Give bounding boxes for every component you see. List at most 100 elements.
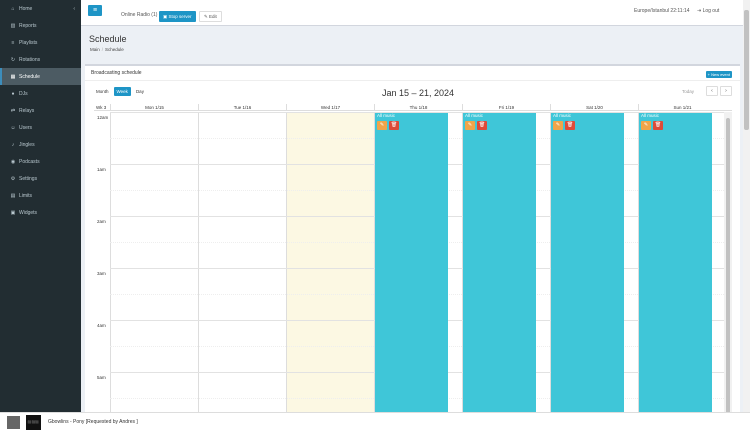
sidebar-item-label: Reports <box>19 22 37 29</box>
sidebar-item-podcasts[interactable]: ◉ Podcasts <box>0 153 81 170</box>
day-column[interactable] <box>198 112 286 412</box>
hour-label: 3am <box>97 271 106 276</box>
bell-icon: ♪ <box>11 141 15 148</box>
relay-icon: ⇄ <box>10 107 16 114</box>
sidebar-item-label: Limits <box>19 192 33 199</box>
calendar-grid: Wk 3 Mon 1/15 Tue 1/16 Wed 1/17 Thu 1/18 Fri… <box>94 104 732 412</box>
calendar-range-title: Jan 15 – 21, 2024 <box>382 88 455 98</box>
sidebar-item-djs[interactable]: ● DJs <box>0 85 81 102</box>
view-week-button[interactable]: Week <box>113 87 131 96</box>
sidebar-item-widgets[interactable]: ▣ Widgets <box>0 204 81 221</box>
sidebar-item-label: Podcasts <box>19 158 40 165</box>
sidebar-item-reports[interactable]: ▥ Reports <box>0 17 81 34</box>
calendar-body: 12am 1am 2am 3am 4am 5am All music ✎ 🗑 All music ✎… <box>94 112 724 412</box>
event-title: All music <box>641 113 660 118</box>
next-week-button[interactable]: › <box>720 86 732 96</box>
sidebar-item-label: Rotations <box>19 56 41 63</box>
timezone-clock: Europe/Istanbul 22:11:14 <box>634 8 690 14</box>
sidebar-item-label: Widgets <box>19 209 38 216</box>
rotate-icon: ↻ <box>10 56 16 63</box>
edit-station-button[interactable]: ✎ Edit <box>199 11 222 22</box>
chart-icon: ▥ <box>10 22 16 29</box>
sidebar-item-label: Schedule <box>19 73 40 80</box>
divider <box>85 80 740 81</box>
sidebar-item-label: Relays <box>19 107 35 114</box>
new-event-button[interactable]: + New event <box>705 71 732 78</box>
view-day-button[interactable]: Day <box>133 87 147 96</box>
sidebar-item-label: Jingles <box>19 141 35 148</box>
schedule-event[interactable]: All music ✎ 🗑 <box>375 113 448 412</box>
day-header[interactable]: Mon 1/15 <box>110 104 198 111</box>
sidebar-item-rotations[interactable]: ↻ Rotations <box>0 51 81 68</box>
breadcrumb-current: Schedule <box>105 47 124 52</box>
day-header[interactable]: Sun 1/21 <box>638 104 726 111</box>
event-title: All music <box>553 113 572 118</box>
view-switcher: Month Week Day <box>93 87 147 96</box>
hour-label: 2am <box>97 219 106 224</box>
hour-label: 5am <box>97 375 106 380</box>
day-header[interactable]: Wed 1/17 <box>286 104 374 111</box>
today-button[interactable]: Today <box>679 87 697 96</box>
event-title: All music <box>377 113 396 118</box>
home-icon: ⌂ <box>11 5 15 12</box>
edit-event-button[interactable]: ✎ <box>641 121 651 130</box>
view-month-button[interactable]: Month <box>93 87 112 96</box>
widget-icon: ▣ <box>10 209 16 216</box>
topbar: ≡ Online Radio (1) ▣ Stop server ✎ Edit … <box>81 0 750 26</box>
sidebar-item-label: Home <box>19 5 33 12</box>
users-icon: ☺ <box>10 124 16 131</box>
gear-icon: ⚙ <box>10 175 16 182</box>
sidebar-item-relays[interactable]: ⇄ Relays <box>0 102 81 119</box>
album-art-secondary: ⬛⬛⬛ <box>26 415 41 430</box>
calendar-scroll-thumb[interactable] <box>726 118 730 412</box>
list-icon: ≡ <box>11 39 15 46</box>
schedule-event[interactable]: All music ✎ 🗑 <box>463 113 536 412</box>
day-header[interactable]: Sat 1/20 <box>550 104 638 111</box>
menu-toggle-button[interactable]: ≡ <box>88 5 102 16</box>
delete-event-button[interactable]: 🗑 <box>477 121 487 130</box>
prev-week-button[interactable]: ‹ <box>706 86 718 96</box>
sidebar-item-label: Playlists <box>19 39 38 46</box>
day-header[interactable]: Thu 1/18 <box>374 104 462 111</box>
breadcrumb-home[interactable]: Main <box>90 47 100 52</box>
now-playing-track: Gbowlins - Pony [Requested by Andres ] <box>48 419 138 425</box>
logout-link[interactable]: ⇥ Log out <box>697 8 719 14</box>
sidebar-item-home[interactable]: ⌂ Home ‹ <box>0 0 81 17</box>
chevron-left-icon: ‹ <box>73 5 75 12</box>
player-bar: ⬛⬛⬛ Gbowlins - Pony [Requested by Andres… <box>0 412 750 430</box>
box-title: Broadcasting schedule <box>91 70 142 76</box>
day-header[interactable]: Fri 1/19 <box>462 104 550 111</box>
hour-label: 4am <box>97 323 106 328</box>
limit-icon: ▤ <box>10 192 16 199</box>
page-scroll-thumb[interactable] <box>744 10 749 130</box>
calendar-header-row: Wk 3 Mon 1/15 Tue 1/16 Wed 1/17 Thu 1/18 Fri… <box>94 104 732 111</box>
sidebar-item-limits[interactable]: ▤ Limits <box>0 187 81 204</box>
schedule-box: Broadcasting schedule + New event Month W… <box>85 64 740 412</box>
sidebar-item-jingles[interactable]: ♪ Jingles <box>0 136 81 153</box>
day-column[interactable] <box>286 112 374 412</box>
day-header[interactable]: Tue 1/16 <box>198 104 286 111</box>
delete-event-button[interactable]: 🗑 <box>565 121 575 130</box>
hour-label: 12am <box>97 115 109 120</box>
edit-event-button[interactable]: ✎ <box>553 121 563 130</box>
schedule-event[interactable]: All music ✎ 🗑 <box>551 113 624 412</box>
breadcrumb-separator: / <box>101 47 104 52</box>
sidebar-item-settings[interactable]: ⚙ Settings <box>0 170 81 187</box>
sidebar-item-label: DJs <box>19 90 28 97</box>
calendar-icon: ▦ <box>10 73 16 80</box>
station-name: Online Radio (1) <box>121 12 158 18</box>
edit-event-button[interactable]: ✎ <box>465 121 475 130</box>
mic-icon: ● <box>11 90 15 97</box>
edit-event-button[interactable]: ✎ <box>377 121 387 130</box>
schedule-event[interactable]: All music ✎ 🗑 <box>639 113 712 412</box>
day-column[interactable] <box>110 112 198 412</box>
stop-server-button[interactable]: ▣ Stop server <box>159 11 196 22</box>
sidebar-item-users[interactable]: ☺ Users <box>0 119 81 136</box>
album-art <box>7 416 20 429</box>
podcast-icon: ◉ <box>10 158 16 165</box>
delete-event-button[interactable]: 🗑 <box>653 121 663 130</box>
delete-event-button[interactable]: 🗑 <box>389 121 399 130</box>
sidebar-item-playlists[interactable]: ≡ Playlists <box>0 34 81 51</box>
event-title: All music <box>465 113 484 118</box>
sidebar-item-schedule[interactable]: ▦ Schedule <box>0 68 81 85</box>
